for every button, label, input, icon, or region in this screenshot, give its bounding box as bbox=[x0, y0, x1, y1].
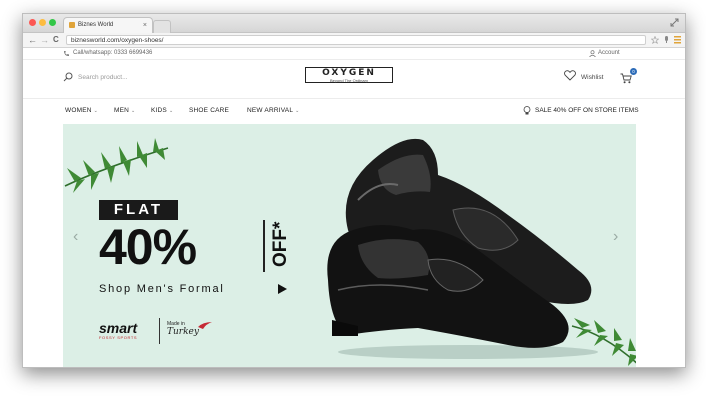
microphone-icon[interactable] bbox=[663, 36, 670, 44]
menu-item-label: WOMEN bbox=[65, 107, 92, 114]
menu-icon[interactable] bbox=[674, 36, 681, 44]
reload-button[interactable]: C bbox=[53, 34, 59, 46]
menu-item-shoe-care[interactable]: SHOE CARE bbox=[189, 107, 229, 114]
phone-icon bbox=[64, 51, 69, 56]
cart-count-badge: 0 bbox=[630, 68, 637, 75]
top-bar: Call/whatsapp: 0333 6699436 Account bbox=[23, 48, 685, 60]
logo-separator bbox=[159, 318, 160, 344]
menu-item-label: MEN bbox=[114, 107, 130, 114]
browser-window: Biznes World × ← → C biznesworld.com/oxy… bbox=[22, 13, 686, 368]
chevron-down-icon: ⌄ bbox=[295, 108, 300, 114]
menu-item-women[interactable]: WOMEN ⌄ bbox=[65, 107, 98, 114]
tab-close-icon[interactable]: × bbox=[143, 18, 147, 33]
off-label: OFF* bbox=[270, 221, 291, 267]
divider bbox=[263, 220, 265, 272]
maximize-window-button[interactable] bbox=[49, 19, 56, 26]
url-text: biznesworld.com/oxygen-shoes/ bbox=[71, 37, 164, 44]
chevron-down-icon: ⌄ bbox=[131, 108, 136, 114]
menu-item-label: SHOE CARE bbox=[189, 107, 230, 114]
bird-icon bbox=[198, 322, 212, 329]
menu-item-new-arrival[interactable]: NEW ARRIVAL ⌄ bbox=[247, 107, 300, 114]
contact-text: Call/whatsapp: 0333 6699436 bbox=[73, 50, 153, 56]
main-menu: WOMEN ⌄ MEN ⌄ KIDS ⌄ SHOE CARE NEW ARRIVAL ⌄… bbox=[23, 98, 685, 121]
made-in-turkey-badge: Made in Turkey bbox=[167, 321, 221, 345]
web-page: Call/whatsapp: 0333 6699436 Account Sear… bbox=[23, 48, 685, 367]
menu-item-label: KIDS bbox=[151, 107, 167, 114]
new-tab-button[interactable] bbox=[153, 20, 171, 33]
menu-item-kids[interactable]: KIDS ⌄ bbox=[151, 107, 173, 114]
logo-tagline: Beyond The Ordinary bbox=[330, 78, 368, 83]
title-bar: Biznes World × bbox=[23, 14, 685, 33]
loafer-shoes-image bbox=[327, 138, 598, 359]
forward-button[interactable]: → bbox=[40, 34, 49, 46]
address-bar[interactable]: biznesworld.com/oxygen-shoes/ bbox=[66, 35, 646, 45]
menu-item-men[interactable]: MEN ⌄ bbox=[114, 107, 135, 114]
browser-toolbar: ← → C biznesworld.com/oxygen-shoes/ bbox=[23, 33, 685, 48]
carousel-prev-button[interactable]: ‹ bbox=[73, 229, 78, 245]
discount-percent: 40% bbox=[99, 219, 197, 275]
shop-cta-link[interactable]: Shop Men's Formal bbox=[99, 283, 225, 295]
star-icon[interactable] bbox=[651, 36, 659, 44]
cart-button[interactable]: 0 bbox=[620, 68, 637, 84]
favicon-icon bbox=[69, 22, 75, 28]
off-label-wrap: OFF* bbox=[269, 220, 291, 272]
heart-icon[interactable] bbox=[564, 70, 576, 81]
site-logo[interactable]: OXYGEN Beyond The Ordinary bbox=[305, 67, 393, 83]
browser-tab[interactable]: Biznes World × bbox=[63, 17, 153, 33]
close-window-button[interactable] bbox=[29, 19, 36, 26]
cart-icon bbox=[620, 73, 632, 84]
search-icon[interactable] bbox=[63, 72, 73, 82]
flat-label: FLAT bbox=[99, 200, 178, 220]
minimize-window-button[interactable] bbox=[39, 19, 46, 26]
smart-brand-logo: smart FOSSY SPORTS bbox=[99, 321, 137, 340]
fullscreen-icon[interactable] bbox=[670, 18, 679, 27]
wishlist-link[interactable]: Wishlist bbox=[581, 74, 603, 81]
search-input[interactable]: Search product... bbox=[78, 74, 128, 81]
chevron-down-icon: ⌄ bbox=[168, 108, 174, 114]
chevron-down-icon: ⌄ bbox=[93, 108, 99, 114]
brand-name: smart bbox=[99, 320, 138, 336]
site-header: Search product... OXYGEN Beyond The Ordi… bbox=[23, 60, 685, 98]
lightbulb-icon bbox=[523, 106, 531, 115]
back-button[interactable]: ← bbox=[28, 34, 37, 46]
leaf-top-left-icon bbox=[64, 138, 169, 193]
carousel-next-button[interactable]: › bbox=[613, 229, 618, 245]
sale-notice[interactable]: SALE 40% OFF ON STORE ITEMS bbox=[535, 107, 639, 114]
hero-banner[interactable]: ‹ › FLAT 40% OFF* Shop Men's Formal smar… bbox=[63, 124, 636, 367]
brand-subtitle: FOSSY SPORTS bbox=[99, 335, 138, 340]
tab-title: Biznes World bbox=[78, 22, 114, 28]
account-link[interactable]: Account bbox=[598, 48, 620, 59]
menu-item-label: NEW ARRIVAL bbox=[247, 107, 294, 114]
play-arrow-icon[interactable] bbox=[278, 284, 287, 294]
user-icon bbox=[589, 50, 596, 57]
